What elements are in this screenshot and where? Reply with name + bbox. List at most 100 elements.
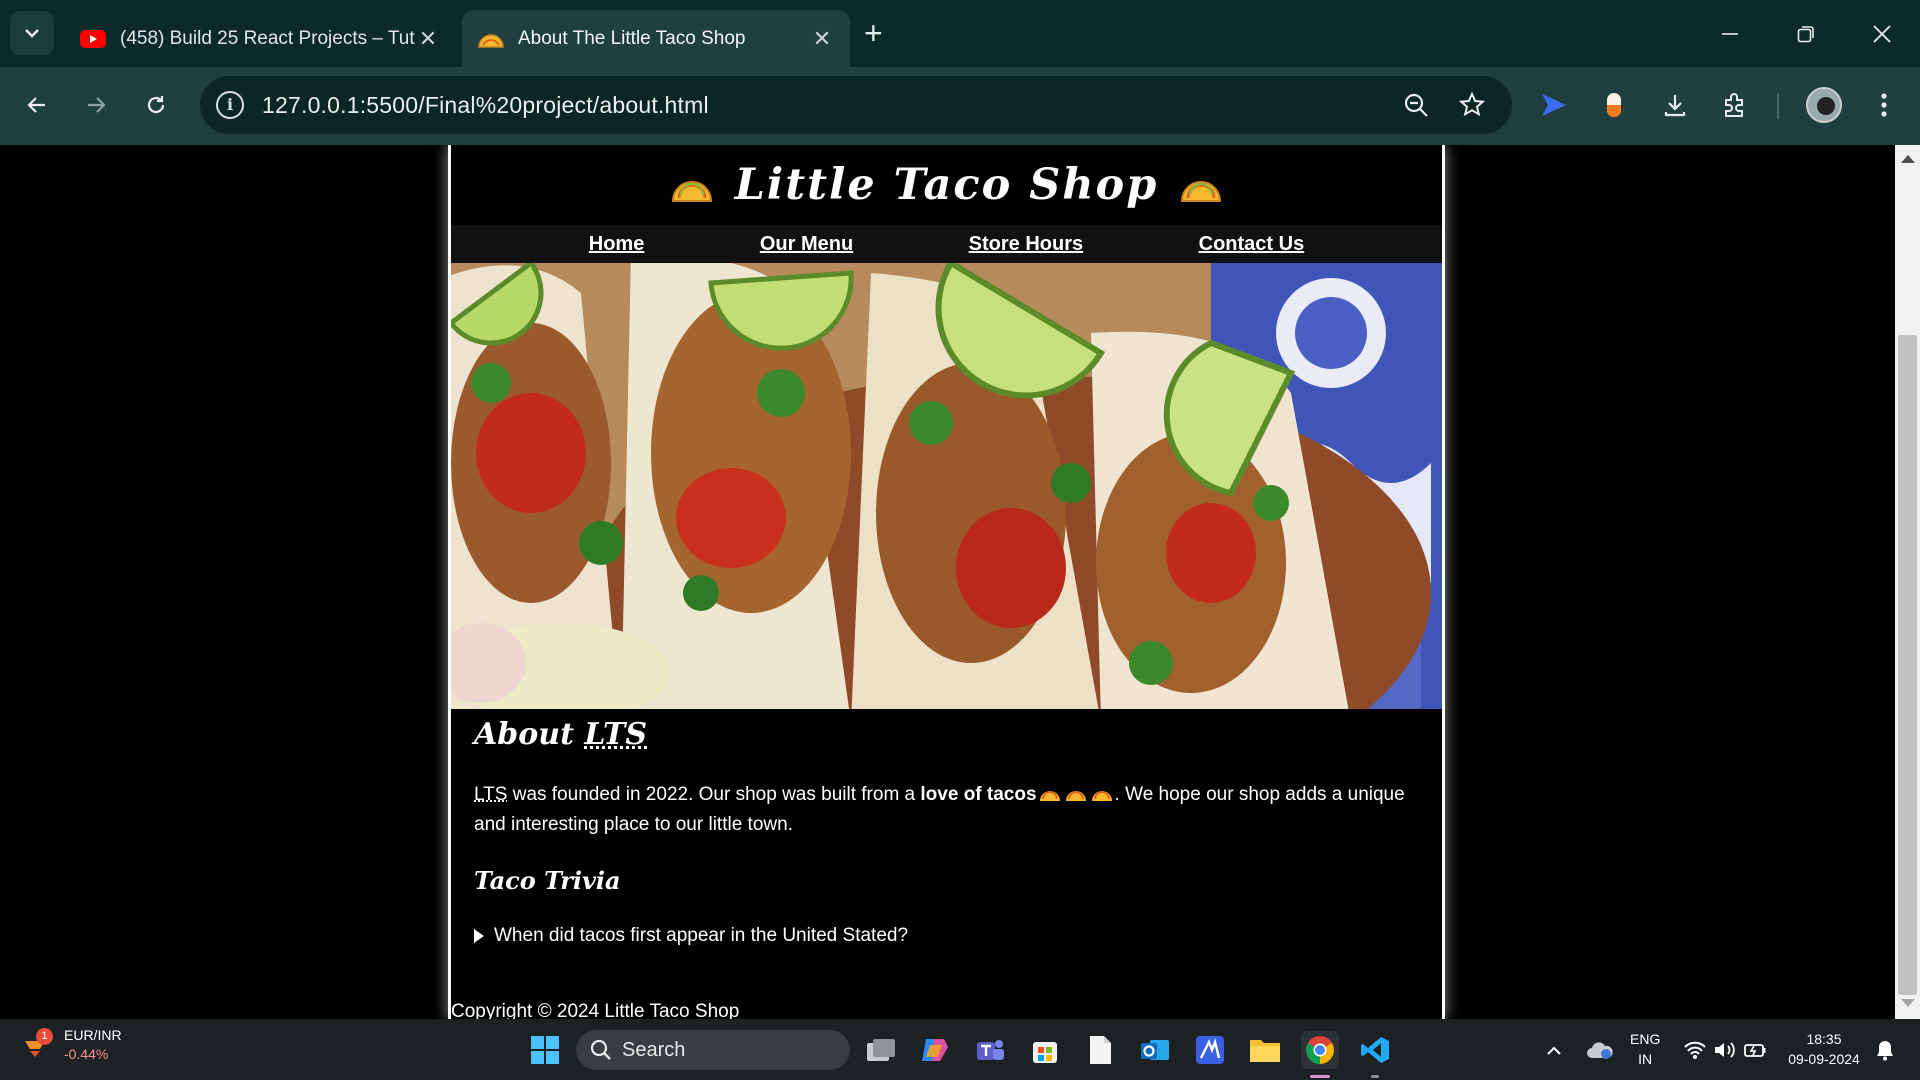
page-container: Little Taco Shop Home Our Menu Store Hou… [448,145,1445,1019]
site-footer: Copyright © 2024 Little Taco Shop [451,1001,740,1019]
teams-button[interactable] [971,1031,1009,1069]
store-button[interactable] [1026,1031,1064,1069]
puzzle-icon [1725,93,1743,117]
language-code: ENG [1630,1031,1661,1047]
close-icon [1873,25,1891,43]
lts-abbr: LTS [584,717,648,752]
search-icon [590,1039,611,1060]
taco-icon [478,33,504,48]
vscode-running-indicator [1371,1075,1379,1078]
arrow-right-icon [88,97,106,113]
close-window-button[interactable] [1862,14,1902,54]
scroll-up-arrow-icon[interactable] [1901,155,1915,163]
stock-widget[interactable]: EUR/INR -0.44% [64,1027,122,1062]
site-info-icon[interactable]: i [216,91,244,119]
notification-badge: 1 [36,1028,53,1045]
url-text[interactable]: 127.0.0.1:5500/Final%20project/about.htm… [262,92,709,119]
taco-icon [1065,791,1086,801]
minimize-icon [1722,33,1738,35]
site-title: Little Taco Shop [734,160,1159,210]
page-scrollbar[interactable] [1895,145,1920,1019]
battery-icon [1744,1044,1766,1057]
lts-abbr: LTS [474,784,508,805]
extension-arrow-icon[interactable] [1534,85,1574,125]
downloads-button[interactable] [1655,85,1695,125]
menu-button[interactable] [1864,85,1904,125]
minimize-button[interactable] [1710,14,1750,54]
forward-button[interactable] [76,85,116,125]
nav-link-store-hours[interactable]: Store Hours [969,233,1083,256]
volume-button[interactable] [1712,1031,1738,1069]
tray-chevron-button[interactable] [1542,1031,1566,1069]
scroll-down-arrow-icon[interactable] [1901,999,1915,1007]
tab-title: About The Little Taco Shop [518,27,746,49]
restore-button[interactable] [1786,14,1826,54]
hero-tacos-image [451,263,1442,709]
close-tab-icon[interactable]: ✕ [416,26,440,52]
extensions-button[interactable] [1715,85,1755,125]
taco-icon [1091,791,1112,801]
love-of-tacos-bold: love of tacos [920,784,1037,805]
teams-icon [977,1040,1004,1060]
wifi-button[interactable] [1682,1031,1708,1069]
tab-about-taco-shop[interactable]: About The Little Taco Shop ✕ [462,10,850,67]
outlook-button[interactable] [1136,1031,1174,1069]
back-button[interactable] [17,85,57,125]
file-explorer-button[interactable] [1246,1031,1284,1069]
stock-name: EUR/INR [64,1027,122,1043]
disclosure-triangle-icon[interactable] [474,929,484,943]
trivia-heading: Taco Trivia [474,866,621,895]
vector-app-icon [1196,1036,1224,1064]
trivia-question[interactable]: When did tacos first appear in the Unite… [494,925,908,947]
para-text-1: was founded in 2022. Our shop was built … [507,784,921,805]
windows-taskbar: 1 EUR/INR -0.44% Search ENG IN 18:35 09-… [0,1019,1920,1080]
about-paragraph: LTS was founded in 2022. Our shop was bu… [474,780,1419,840]
blue-arrow-extension-icon [1542,94,1566,116]
folder-icon [1250,1040,1280,1062]
scroll-thumb[interactable] [1898,335,1917,995]
taco-icon [1039,791,1060,801]
wifi-icon [1684,1041,1706,1059]
about-heading: About LTS [474,717,1419,752]
notifications-button[interactable] [1872,1031,1898,1069]
start-button[interactable] [526,1031,564,1069]
toolbar-separator [1777,93,1779,119]
onedrive-button[interactable] [1584,1031,1616,1069]
browser-toolbar: i 127.0.0.1:5500/Final%20project/about.h… [0,67,1920,145]
copilot-button[interactable] [916,1031,954,1069]
nav-link-our-menu[interactable]: Our Menu [760,233,853,256]
app-vector-button[interactable] [1191,1031,1229,1069]
reload-icon [147,96,165,114]
close-tab-icon[interactable]: ✕ [810,26,834,52]
task-view-button[interactable] [862,1031,900,1069]
stock-change: -0.44% [64,1046,109,1062]
vscode-button[interactable] [1356,1031,1394,1069]
nav-link-contact-us[interactable]: Contact Us [1199,233,1305,256]
chrome-button[interactable] [1301,1031,1339,1069]
tacos-photo [451,263,1442,709]
reload-button[interactable] [136,85,176,125]
chrome-active-indicator [1310,1075,1330,1078]
profile-avatar[interactable] [1806,87,1842,123]
bookmark-star-icon[interactable] [1456,89,1488,121]
about-heading-prefix: About [474,717,585,752]
address-bar[interactable]: i 127.0.0.1:5500/Final%20project/about.h… [200,76,1512,134]
zoom-icon[interactable] [1400,89,1432,121]
clock[interactable]: 18:35 09-09-2024 [1784,1029,1864,1069]
tab-search-button[interactable] [10,11,54,55]
battery-button[interactable] [1742,1031,1768,1069]
copilot-icon [922,1039,948,1061]
chevron-up-icon [1547,1046,1561,1055]
tab-youtube[interactable]: (458) Build 25 React Projects – Tut ✕ [64,10,456,67]
new-tab-button[interactable]: + [864,16,883,50]
notepad-button[interactable] [1081,1031,1119,1069]
chrome-icon [1306,1036,1334,1064]
store-icon [1033,1042,1057,1063]
language-indicator[interactable]: ENG IN [1630,1029,1660,1069]
extension-capsule-icon[interactable] [1594,85,1634,125]
restore-icon [1797,26,1814,43]
capsule-extension-icon [1607,93,1621,117]
trivia-details[interactable]: When did tacos first appear in the Unite… [474,925,1419,947]
taskbar-search[interactable]: Search [576,1030,850,1070]
nav-link-home[interactable]: Home [589,233,645,256]
